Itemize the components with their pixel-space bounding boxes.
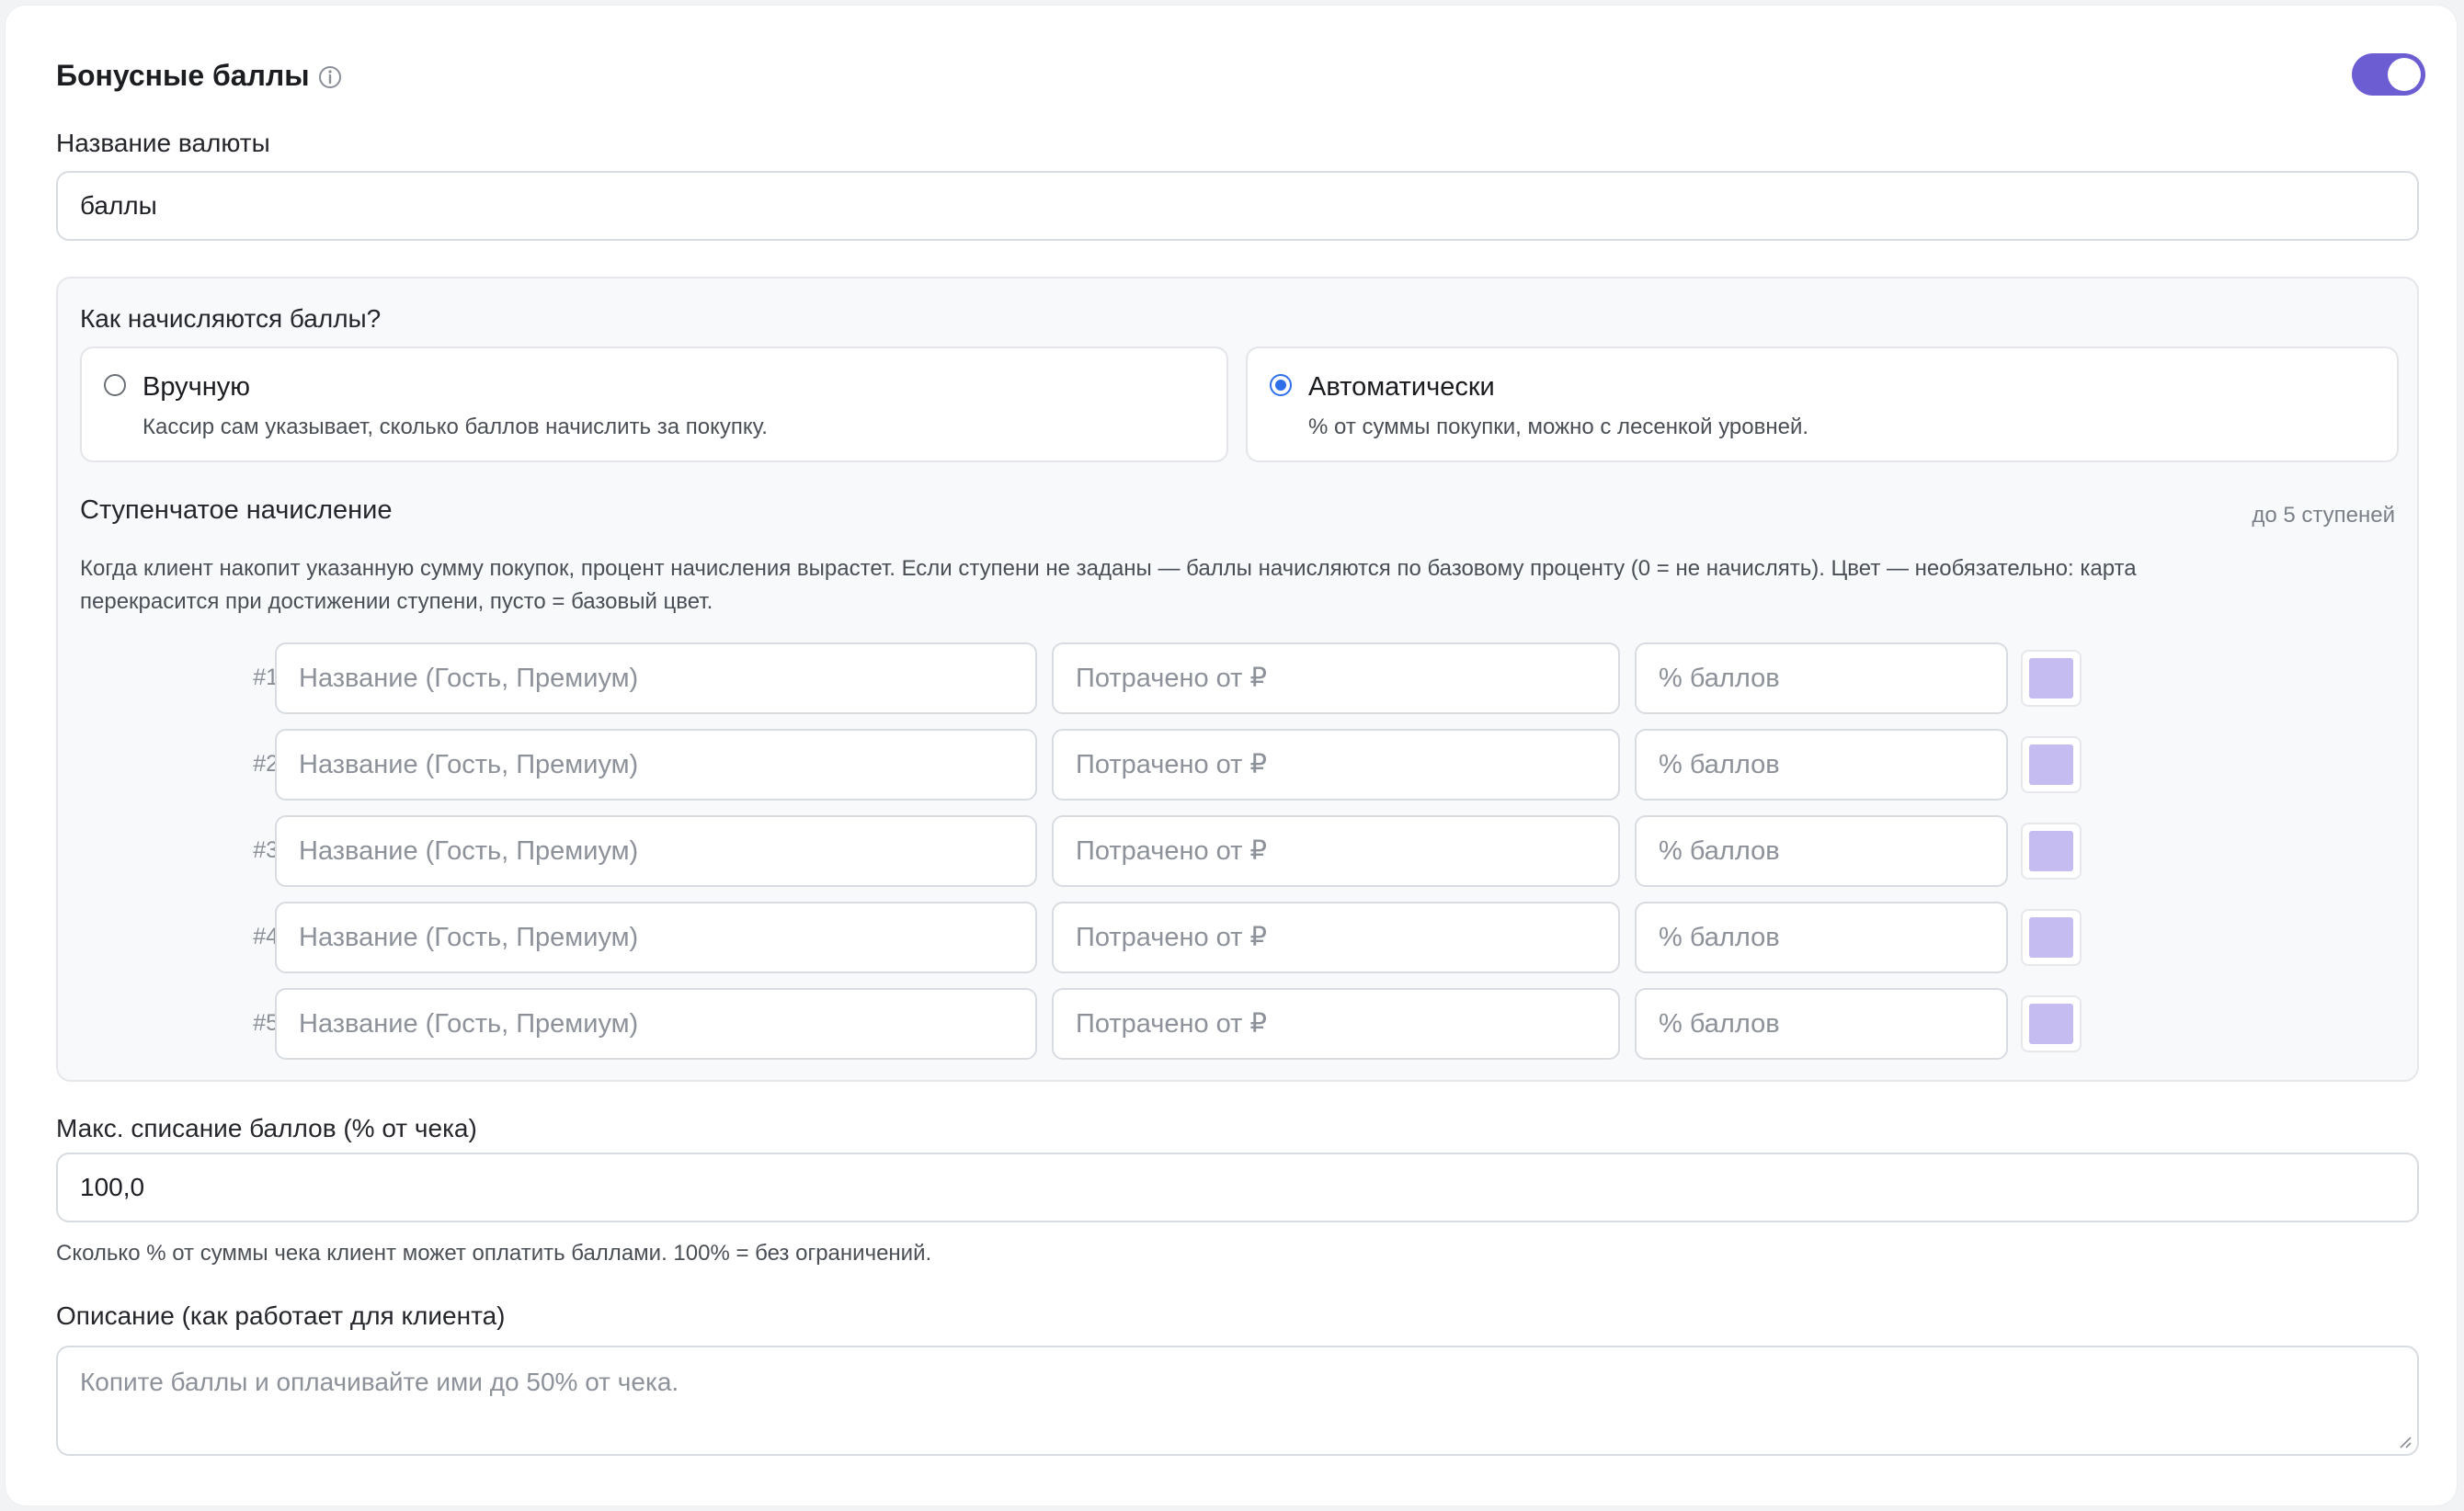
tier-name-input[interactable]: Название (Гость, Премиум) bbox=[275, 642, 1037, 714]
manual-radio[interactable] bbox=[104, 374, 126, 396]
tier-color-swatch bbox=[2029, 917, 2073, 958]
tiers-title: Ступенчатое начисление bbox=[80, 495, 393, 525]
tiers-limit: до 5 ступеней bbox=[2252, 503, 2395, 528]
tier-row: #3 Название (Гость, Премиум) Потрачено от … bbox=[58, 815, 2421, 887]
tier-row: #1 Название (Гость, Премиум) Потрачено от … bbox=[58, 642, 2421, 714]
description-placeholder: Копите баллы и оплачивайте ими до 50% от… bbox=[80, 1368, 679, 1396]
tier-color-picker[interactable] bbox=[2021, 736, 2082, 793]
tier-color-picker[interactable] bbox=[2021, 823, 2082, 880]
tier-name-input[interactable]: Название (Гость, Премиум) bbox=[275, 902, 1037, 973]
tier-percent-input[interactable]: % баллов bbox=[1635, 642, 2008, 714]
tier-color-swatch bbox=[2029, 658, 2073, 699]
tiers-help-line-1: Когда клиент накопит указанную сумму пок… bbox=[80, 556, 2137, 581]
tier-percent-input[interactable]: % баллов bbox=[1635, 729, 2008, 801]
toggle-knob bbox=[2388, 58, 2421, 91]
automatic-option-title: Автоматически bbox=[1308, 372, 1495, 402]
accrual-question: Как начисляются баллы? bbox=[80, 304, 382, 333]
section-header: Бонусные баллы bbox=[56, 53, 2425, 105]
tier-percent-input[interactable]: % баллов bbox=[1635, 988, 2008, 1060]
tier-row: #5 Название (Гость, Премиум) Потрачено от … bbox=[58, 988, 2421, 1060]
automatic-option-description: % от суммы покупки, можно с лесенкой уро… bbox=[1308, 415, 1809, 439]
tier-number: #2 bbox=[253, 751, 279, 777]
section-title: Бонусные баллы bbox=[56, 59, 310, 92]
max-writeoff-label: Макс. списание баллов (% от чека) bbox=[56, 1114, 477, 1142]
tier-color-swatch bbox=[2029, 744, 2073, 785]
accrual-option-manual[interactable]: Вручную Кассир сам указывает, сколько ба… bbox=[80, 347, 1228, 462]
description-label: Описание (как работает для клиента) bbox=[56, 1301, 506, 1330]
tier-percent-input[interactable]: % баллов bbox=[1635, 815, 2008, 887]
bonus-points-toggle[interactable] bbox=[2352, 53, 2425, 96]
accrual-option-automatic[interactable]: Автоматически % от суммы покупки, можно … bbox=[1246, 347, 2399, 462]
tier-color-picker[interactable] bbox=[2021, 650, 2082, 707]
currency-name-input[interactable]: баллы bbox=[56, 171, 2419, 241]
tier-spent-input[interactable]: Потрачено от ₽ bbox=[1052, 815, 1620, 887]
bonus-points-card: Бонусные баллы Название валюты баллы Как… bbox=[6, 6, 2457, 1505]
tier-row: #2 Название (Гость, Премиум) Потрачено от … bbox=[58, 729, 2421, 801]
tiers-help: Когда клиент накопит указанную сумму пок… bbox=[80, 552, 2378, 619]
tier-name-input[interactable]: Название (Гость, Премиум) bbox=[275, 815, 1037, 887]
manual-option-title: Вручную bbox=[143, 372, 251, 402]
automatic-radio[interactable] bbox=[1270, 374, 1292, 396]
tier-name-input[interactable]: Название (Гость, Премиум) bbox=[275, 729, 1037, 801]
accrual-panel: Как начисляются баллы? Вручную Кассир са… bbox=[56, 277, 2419, 1082]
tiers-help-line-2: перекрасится при достижении ступени, пус… bbox=[80, 589, 713, 614]
manual-option-description: Кассир сам указывает, сколько баллов нач… bbox=[143, 415, 768, 439]
tier-color-picker[interactable] bbox=[2021, 909, 2082, 966]
tier-color-swatch bbox=[2029, 1004, 2073, 1044]
max-writeoff-hint: Сколько % от суммы чека клиент может опл… bbox=[56, 1241, 932, 1266]
tier-color-swatch bbox=[2029, 831, 2073, 871]
resize-handle-icon[interactable] bbox=[2397, 1434, 2412, 1449]
description-textarea[interactable]: Копите баллы и оплачивайте ими до 50% от… bbox=[56, 1346, 2419, 1456]
tier-name-input[interactable]: Название (Гость, Премиум) bbox=[275, 988, 1037, 1060]
tier-number: #5 bbox=[253, 1010, 279, 1036]
tier-spent-input[interactable]: Потрачено от ₽ bbox=[1052, 642, 1620, 714]
max-writeoff-input[interactable]: 100,0 bbox=[56, 1153, 2419, 1222]
tier-number: #1 bbox=[253, 665, 279, 690]
tier-row: #4 Название (Гость, Премиум) Потрачено от … bbox=[58, 902, 2421, 973]
tier-percent-input[interactable]: % баллов bbox=[1635, 902, 2008, 973]
tier-spent-input[interactable]: Потрачено от ₽ bbox=[1052, 729, 1620, 801]
tier-spent-input[interactable]: Потрачено от ₽ bbox=[1052, 902, 1620, 973]
tier-number: #4 bbox=[253, 924, 279, 949]
tier-spent-input[interactable]: Потрачено от ₽ bbox=[1052, 988, 1620, 1060]
tier-color-picker[interactable] bbox=[2021, 995, 2082, 1052]
currency-name-label: Название валюты bbox=[56, 129, 270, 157]
tier-number: #3 bbox=[253, 837, 279, 863]
info-icon[interactable] bbox=[316, 63, 344, 91]
